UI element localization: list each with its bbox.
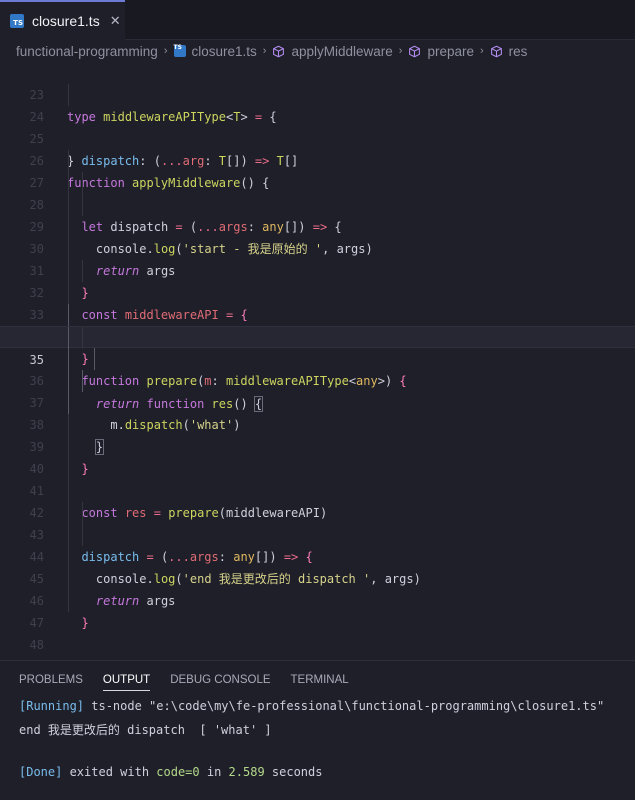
code-line: 29 return args	[0, 194, 635, 278]
breadcrumb-label: prepare	[427, 43, 474, 59]
symbol-method-icon	[409, 45, 421, 57]
code-line: 49 applyMiddleware()()	[0, 634, 635, 656]
code-line: 41	[0, 458, 635, 498]
breadcrumb-label: applyMiddleware	[291, 43, 393, 59]
code-line: 47 return res	[0, 590, 635, 630]
code-line: 37 }	[0, 370, 635, 455]
code-line: 44 return args	[0, 524, 635, 608]
code-line: 27 let dispatch = (...args: any[]) => {	[0, 150, 635, 234]
done-tag: [Done]	[19, 765, 63, 779]
code-line: 42 dispatch = (...args: any[]) => {	[0, 480, 635, 564]
breadcrumb-label: functional-programming	[16, 43, 158, 59]
chevron-right-icon: ›	[163, 45, 168, 57]
code-line: 24 dispatch: (...arg: T[]) => T[]	[0, 84, 635, 168]
tab-debug-console[interactable]: DEBUG CONSOLE	[170, 661, 270, 697]
done-text: in	[199, 765, 229, 779]
breadcrumb-label: closure1.ts	[191, 43, 257, 59]
code-line: 36 m.dispatch('what')	[0, 348, 635, 432]
tab-bar: TS closure1.ts ✕	[0, 0, 635, 40]
output-running-line: [Running] ts-node "e:\code\my\fe-profess…	[19, 699, 604, 713]
code-line: 25 }	[0, 106, 635, 168]
running-command: ts-node "e:\code\my\fe-professional\func…	[84, 699, 605, 713]
breadcrumb: functional-programming › TS closure1.ts ›…	[0, 40, 635, 62]
code-line: 45 }	[0, 546, 635, 630]
code-line: 33 }	[0, 282, 635, 366]
tab-label: closure1.ts	[32, 13, 100, 29]
breadcrumb-item-file[interactable]: TS closure1.ts	[173, 43, 257, 59]
breadcrumb-label: res	[508, 43, 528, 59]
tab-closure1-ts[interactable]: TS closure1.ts ✕	[0, 0, 125, 40]
typescript-file-icon: TS	[173, 45, 186, 57]
done-text: seconds	[264, 765, 323, 779]
tab-terminal[interactable]: TERMINAL	[291, 661, 349, 697]
code-line: 30 }	[0, 216, 635, 300]
chevron-right-icon: ›	[398, 45, 403, 57]
symbol-method-icon	[273, 45, 285, 57]
code-line: 40 const res = prepare(middlewareAPI)	[0, 436, 635, 520]
code-line: 38 }	[0, 392, 635, 476]
code-line: 28 console.log('start - 我是原始的 ', args)	[0, 172, 635, 256]
exit-code: code=0	[156, 765, 200, 779]
code-line: 39	[0, 414, 635, 454]
breadcrumb-item-applymiddleware[interactable]: applyMiddleware	[272, 43, 393, 59]
typescript-file-icon: TS	[10, 14, 24, 28]
code-line-current: 35 return function res() {	[0, 326, 635, 412]
done-text: exited with	[62, 765, 157, 779]
code-line: 26 function applyMiddleware() {	[0, 128, 635, 190]
breadcrumb-item-prepare[interactable]: prepare	[408, 44, 474, 59]
code-line: 46	[0, 568, 635, 608]
tab-output[interactable]: OUTPUT	[102, 661, 151, 697]
breadcrumb-item-folder[interactable]: functional-programming	[16, 44, 158, 59]
code-line: 34 function prepare(m: middlewareAPIType…	[0, 304, 635, 388]
code-editor[interactable]: 23 type middlewareAPIType<T> = { 24 disp…	[0, 62, 635, 660]
output-done-line: [Done] exited with code=0 in 2.589 secon…	[19, 765, 322, 779]
code-line: 48 }	[0, 612, 635, 652]
code-line: 23 type middlewareAPIType<T> = {	[0, 62, 635, 124]
symbol-method-icon	[490, 45, 502, 57]
chevron-right-icon: ›	[479, 45, 484, 57]
code-line: 31 const middlewareAPI = {	[0, 238, 635, 322]
running-tag: [Running]	[19, 699, 85, 713]
output-log-line: end 我是更改后的 dispatch [ 'what' ]	[19, 723, 272, 737]
chevron-right-icon: ›	[262, 45, 267, 57]
breadcrumb-item-res[interactable]: res	[490, 43, 528, 59]
code-line: 43 console.log('end 我是更改后的 dispatch ', a…	[0, 502, 635, 586]
panel-tabs: PROBLEMS OUTPUT DEBUG CONSOLE TERMINAL	[0, 661, 635, 697]
elapsed-time: 2.589	[228, 765, 265, 779]
code-line: 32 dispatch: (...args: any) => dispatch(…	[0, 260, 635, 344]
tab-problems[interactable]: PROBLEMS	[19, 661, 83, 697]
bottom-panel: PROBLEMS OUTPUT DEBUG CONSOLE TERMINAL […	[0, 660, 635, 800]
close-icon[interactable]: ✕	[110, 14, 121, 29]
